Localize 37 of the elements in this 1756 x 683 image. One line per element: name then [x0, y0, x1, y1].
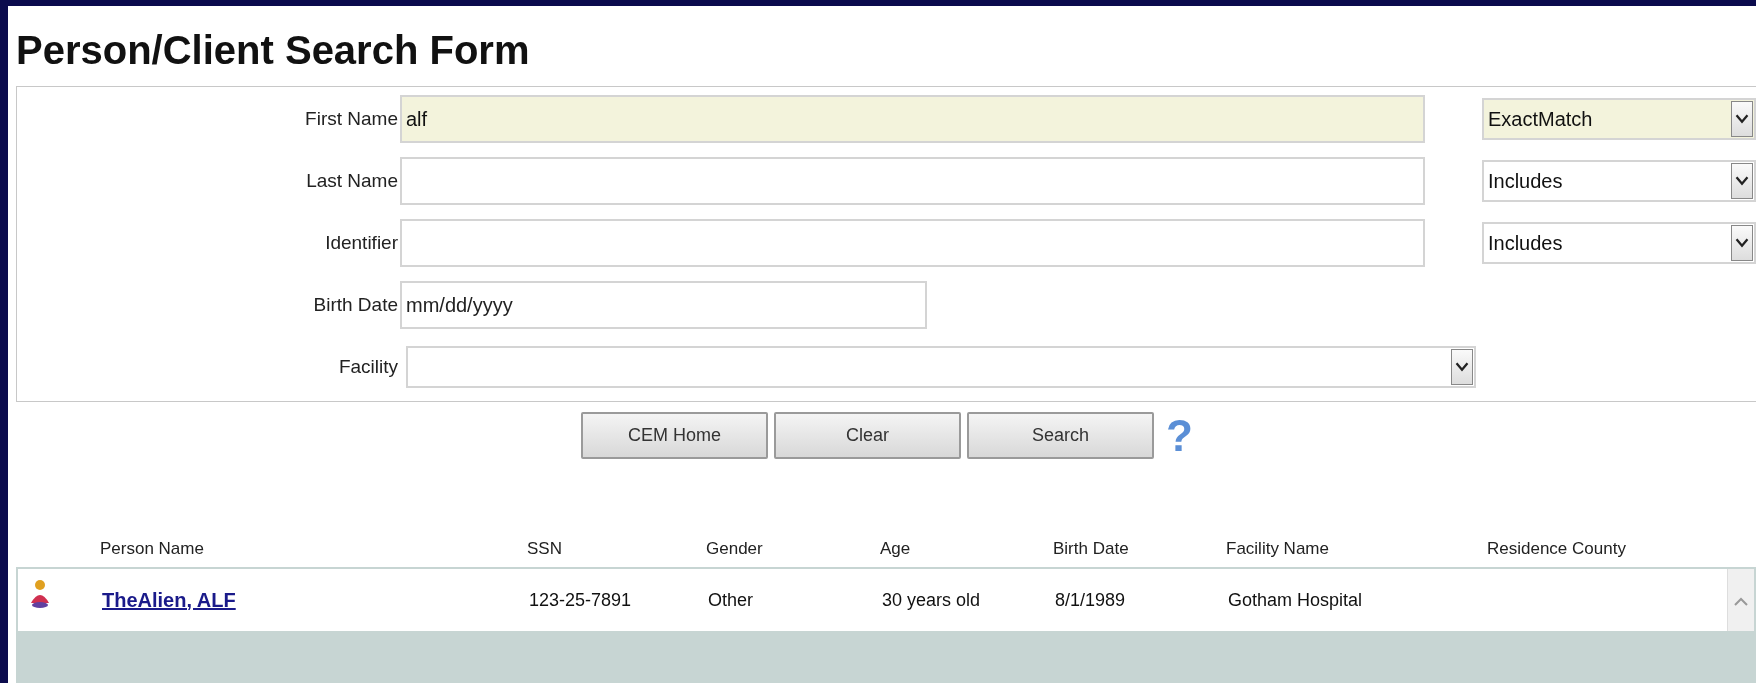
match-dropdown[interactable]: ExactMatch — [1482, 98, 1756, 140]
field-label: Identifier — [324, 232, 399, 254]
form-button[interactable]: CEM Home — [581, 412, 768, 459]
table-cell-text: 123-25-7891 — [529, 589, 633, 611]
column-header: Birth Date — [1053, 539, 1130, 559]
chevron-down-icon — [1731, 163, 1753, 199]
column-header: SSN — [527, 539, 563, 559]
chevron-down-icon — [1731, 225, 1753, 261]
input-field[interactable] — [400, 157, 1425, 205]
column-header: Gender — [706, 539, 764, 559]
table-cell-text: 8/1/1989 — [1055, 589, 1127, 611]
table-cell-text: 30 years old — [882, 589, 982, 611]
input-field[interactable] — [400, 219, 1425, 267]
column-header: Person Name — [100, 539, 205, 559]
page-title: Person/Client Search Form — [16, 28, 530, 72]
person-name-link[interactable]: TheAlien, ALF — [102, 588, 236, 612]
input-field[interactable]: alf — [400, 95, 1425, 143]
chevron-down-icon — [1451, 349, 1473, 385]
form-button[interactable]: Search — [967, 412, 1154, 459]
table-cell-text: Other — [708, 589, 755, 611]
column-header: Facility Name — [1226, 539, 1330, 559]
column-header: Residence County — [1487, 539, 1627, 559]
match-dropdown[interactable]: Includes — [1482, 160, 1756, 202]
field-label: Facility — [337, 356, 399, 378]
form-button[interactable]: Clear — [774, 412, 961, 459]
table-cell-text: Gotham Hospital — [1228, 589, 1364, 611]
chevron-down-icon — [1731, 101, 1753, 137]
facility-dropdown[interactable] — [406, 346, 1476, 388]
input-field[interactable]: mm/dd/yyyy — [400, 281, 927, 329]
column-header: Age — [880, 539, 912, 559]
field-label: First Name — [304, 108, 399, 130]
field-label: Last Name — [305, 170, 399, 192]
result-row[interactable]: TheAlien, ALF 123-25-7891 Other 30 years old 8/1/1989 Gotham Hospital — [18, 569, 1754, 631]
scroll-up-icon[interactable] — [1727, 569, 1754, 631]
field-label: Birth Date — [312, 294, 399, 316]
person-icon — [28, 579, 52, 609]
match-dropdown[interactable]: Includes — [1482, 222, 1756, 264]
